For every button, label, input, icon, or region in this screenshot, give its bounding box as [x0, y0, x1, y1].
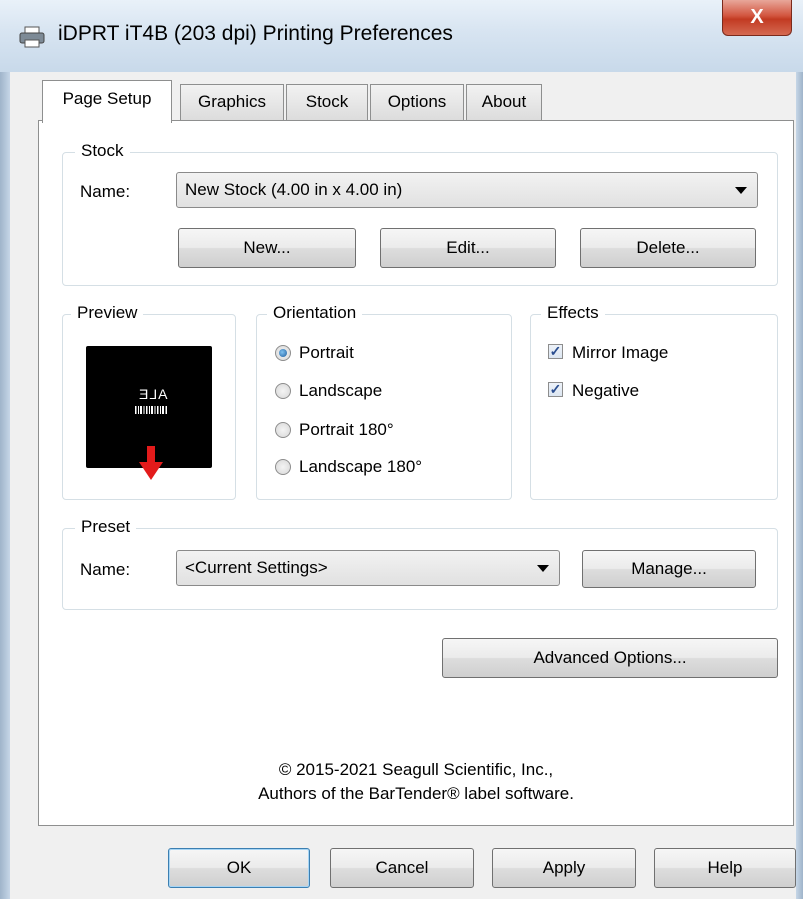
orientation-landscape-180-label: Landscape 180°: [299, 457, 423, 476]
preview-sample-text: ALE: [138, 386, 168, 402]
tab-graphics[interactable]: Graphics: [180, 84, 284, 120]
chevron-down-icon: [735, 187, 747, 194]
window-title: iDPRT iT4B (203 dpi) Printing Preference…: [58, 22, 453, 45]
stock-group-label: Stock: [75, 141, 130, 161]
negative-label: Negative: [572, 381, 640, 400]
orientation-portrait-label: Portrait: [299, 343, 354, 362]
title-bar: iDPRT iT4B (203 dpi) Printing Preference…: [0, 0, 803, 72]
copyright-line-1: © 2015-2021 Seagull Scientific, Inc.,: [278, 760, 554, 779]
negative-checkbox[interactable]: ✓ Negative: [548, 381, 748, 403]
effects-group-label: Effects: [541, 303, 605, 323]
orientation-portrait-180-radio[interactable]: Portrait 180°: [275, 420, 475, 442]
close-button[interactable]: X: [722, 0, 792, 36]
chevron-down-icon: [537, 565, 549, 572]
stock-name-label: Name:: [80, 182, 131, 201]
tab-page-setup[interactable]: Page Setup: [42, 80, 172, 123]
preset-value: <Current Settings>: [185, 558, 328, 577]
manage-presets-button[interactable]: Manage...: [582, 550, 756, 588]
tab-stock[interactable]: Stock: [286, 84, 368, 120]
orientation-portrait-radio[interactable]: Portrait: [275, 343, 475, 365]
tab-about[interactable]: About: [466, 84, 542, 120]
cancel-button[interactable]: Cancel: [330, 848, 474, 888]
preview-group-label: Preview: [71, 303, 144, 323]
orientation-landscape-label: Landscape: [299, 381, 383, 400]
checkmark-icon: ✓: [548, 343, 563, 359]
barcode-icon: [135, 406, 167, 414]
window-border-left: [0, 72, 10, 899]
orientation-group-label: Orientation: [267, 303, 363, 323]
ok-button[interactable]: OK: [168, 848, 310, 888]
advanced-options-button[interactable]: Advanced Options...: [442, 638, 778, 678]
radio-selected-icon: [275, 345, 291, 361]
orientation-landscape-radio[interactable]: Landscape: [275, 381, 475, 403]
new-stock-button[interactable]: New...: [178, 228, 356, 268]
preset-dropdown[interactable]: <Current Settings>: [176, 550, 560, 586]
copyright-line-2: Authors of the BarTender® label software…: [258, 784, 574, 803]
orientation-landscape-180-radio[interactable]: Landscape 180°: [275, 457, 495, 479]
radio-icon: [275, 459, 291, 475]
tab-options[interactable]: Options: [370, 84, 464, 120]
window-border-right: [796, 72, 803, 899]
mirror-image-label: Mirror Image: [572, 343, 669, 362]
orientation-portrait-180-label: Portrait 180°: [299, 420, 394, 439]
feed-direction-arrow-icon: [139, 446, 163, 480]
stock-name-value: New Stock (4.00 in x 4.00 in): [185, 180, 403, 199]
preset-name-label: Name:: [80, 560, 131, 579]
radio-icon: [275, 422, 291, 438]
delete-stock-button[interactable]: Delete...: [580, 228, 756, 268]
printer-icon: [19, 26, 45, 48]
effects-group: Effects: [530, 303, 778, 500]
radio-icon: [275, 383, 291, 399]
help-button[interactable]: Help: [654, 848, 796, 888]
stock-name-dropdown[interactable]: New Stock (4.00 in x 4.00 in): [176, 172, 758, 208]
checkmark-icon: ✓: [548, 381, 563, 397]
apply-button[interactable]: Apply: [492, 848, 636, 888]
edit-stock-button[interactable]: Edit...: [380, 228, 556, 268]
preset-group-label: Preset: [75, 517, 137, 537]
mirror-image-checkbox[interactable]: ✓ Mirror Image: [548, 343, 748, 365]
